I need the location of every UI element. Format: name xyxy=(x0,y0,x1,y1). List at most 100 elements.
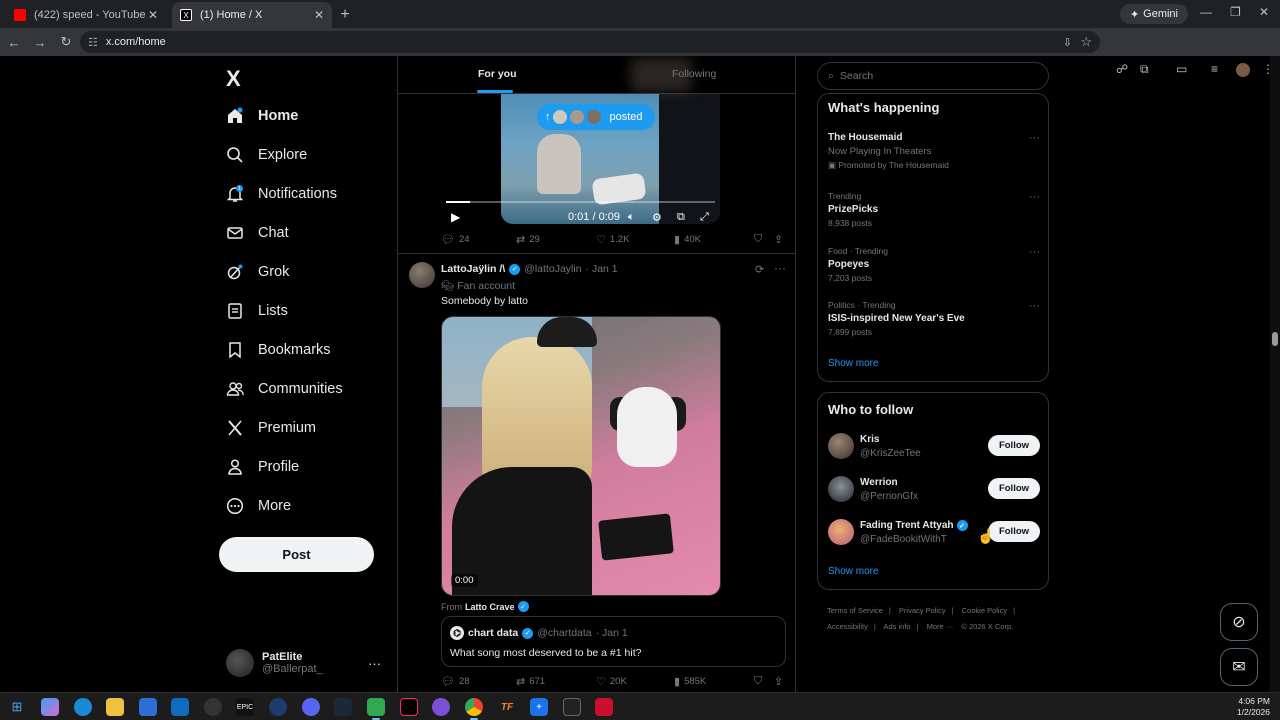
store-icon[interactable] xyxy=(139,698,157,716)
more-dots-icon[interactable]: ··· xyxy=(774,261,786,275)
install-icon[interactable]: ⇩ xyxy=(1063,36,1072,49)
follow-suggestion[interactable]: Fading Trent Attyah ✓ @FadeBookitWithT Fo… xyxy=(828,519,1040,549)
nav-lists[interactable]: Lists xyxy=(226,296,288,326)
share-button[interactable]: ⇪ xyxy=(774,675,783,688)
tab-for-you[interactable]: For you xyxy=(478,68,517,80)
file-explorer-icon[interactable] xyxy=(106,698,124,716)
trend-item[interactable]: Trending PrizePicks 8,938 posts ··· xyxy=(828,191,1040,228)
tab-x-home[interactable]: X (1) Home / X ✕ xyxy=(172,2,332,28)
footer-link-cookies[interactable]: Cookie Policy xyxy=(962,606,1007,615)
discord-icon[interactable] xyxy=(302,698,320,716)
like-button[interactable]: ♡ 20K xyxy=(596,675,627,688)
windows-start-icon[interactable]: ⊞ xyxy=(8,698,26,716)
tweet-author-handle[interactable]: @lattoJaylin xyxy=(524,263,581,275)
epic-games-icon[interactable]: EPIC xyxy=(236,698,254,716)
grok-icon[interactable]: ⟳ xyxy=(755,263,764,276)
show-more-link[interactable]: Show more xyxy=(828,566,879,577)
footer-link-accessibility[interactable]: Accessibility xyxy=(827,622,868,631)
source-account[interactable]: Latto Crave xyxy=(465,602,515,612)
share-button[interactable]: ⇪ xyxy=(774,233,783,246)
tiktok-icon[interactable] xyxy=(400,698,418,716)
pip-icon[interactable]: ⧉ xyxy=(677,211,685,224)
volume-icon[interactable]: 🔈︎ xyxy=(628,211,635,224)
tweet-author-name[interactable]: LattoJaÿlin /\ xyxy=(441,263,505,275)
profile-avatar[interactable] xyxy=(1236,63,1250,77)
tab-following[interactable]: Following xyxy=(672,68,716,80)
more-dots-icon[interactable]: ··· xyxy=(368,656,381,671)
more-dots-icon[interactable]: ··· xyxy=(1029,300,1040,312)
media-icon[interactable]: ≡ xyxy=(1211,62,1218,76)
tweet-date[interactable]: · Jan 1 xyxy=(586,263,618,275)
footer-link-more[interactable]: More ··· xyxy=(927,622,954,631)
nav-premium[interactable]: Premium xyxy=(226,413,316,443)
post-button[interactable]: Post xyxy=(219,537,374,572)
search-input[interactable] xyxy=(839,70,1030,82)
views-button[interactable]: ▮ 40K xyxy=(674,233,701,246)
nav-more[interactable]: More xyxy=(226,491,291,521)
close-tab-icon[interactable]: ✕ xyxy=(314,8,324,22)
maximize-icon[interactable]: ❐ xyxy=(1230,5,1241,19)
trend-item[interactable]: Food · Trending Popeyes 7,203 posts ··· xyxy=(828,246,1040,283)
app-icon[interactable] xyxy=(269,698,287,716)
nav-grok[interactable]: Grok xyxy=(226,257,289,287)
outlook-icon[interactable] xyxy=(171,698,189,716)
copilot-icon[interactable] xyxy=(41,698,59,716)
site-info-icon[interactable]: ☷ xyxy=(88,36,98,49)
grok-fab-button[interactable]: ⊘ xyxy=(1220,603,1258,641)
app-icon[interactable]: TF xyxy=(498,698,516,716)
obs-icon[interactable] xyxy=(204,698,222,716)
page-scrollbar[interactable] xyxy=(1270,56,1280,692)
gemini-button[interactable]: ✦ Gemini xyxy=(1119,4,1188,24)
nav-communities[interactable]: Communities xyxy=(226,374,343,404)
reload-icon[interactable]: ↻ xyxy=(54,34,78,50)
repost-button[interactable]: ⇄ 29 xyxy=(516,233,540,246)
tab-youtube[interactable]: (422) speed - YouTube ✕ xyxy=(6,2,166,28)
android-app-icon[interactable] xyxy=(367,698,385,720)
like-button[interactable]: ♡ 1.2K xyxy=(596,233,629,246)
settings-icon[interactable]: ⚙ xyxy=(652,211,662,224)
show-more-link[interactable]: Show more xyxy=(828,358,879,369)
reply-button[interactable]: 💬︎ 24 xyxy=(441,233,470,246)
capcut-icon[interactable] xyxy=(563,698,581,716)
scrollbar-thumb[interactable] xyxy=(1272,332,1278,346)
follow-button[interactable]: Follow xyxy=(988,435,1040,456)
quoted-tweet[interactable]: ⌬ chart data ✓ @chartdata · Jan 1 What s… xyxy=(441,616,786,667)
back-icon[interactable]: ← xyxy=(2,35,26,50)
x-logo-icon[interactable]: X xyxy=(226,66,241,92)
extension-icon[interactable]: ☍ xyxy=(1116,62,1128,76)
more-dots-icon[interactable]: ··· xyxy=(1029,246,1040,258)
url-field[interactable]: ☷ x.com/home ⇩ ☆ xyxy=(80,31,1100,53)
account-switcher[interactable]: PatElite @Ballerpat_ ··· xyxy=(226,648,386,678)
more-dots-icon[interactable]: ··· xyxy=(1029,132,1040,144)
bookmark-button[interactable]: ⛉ xyxy=(754,233,762,246)
sidepanel-icon[interactable]: ▭ xyxy=(1176,62,1187,76)
mcafee-icon[interactable] xyxy=(595,698,613,716)
play-icon[interactable]: ▶ xyxy=(451,210,460,224)
follow-button[interactable]: Follow xyxy=(988,521,1040,542)
trend-item[interactable]: The Housemaid Now Playing In Theaters ▣ … xyxy=(828,132,1040,171)
nav-profile[interactable]: Profile xyxy=(226,452,299,482)
minimize-icon[interactable]: — xyxy=(1200,5,1212,19)
edge-icon[interactable] xyxy=(74,698,92,716)
nav-notifications[interactable]: 1 Notifications xyxy=(226,179,337,209)
app-icon[interactable] xyxy=(432,698,450,716)
follow-button[interactable]: Follow xyxy=(988,478,1040,499)
nav-chat[interactable]: Chat xyxy=(226,218,289,248)
system-clock[interactable]: 4:06 PM 1/2/2026 xyxy=(1237,696,1270,718)
puzzle-icon[interactable]: ⧉ xyxy=(1140,62,1149,77)
footer-link-privacy[interactable]: Privacy Policy xyxy=(899,606,946,615)
bookmark-star-icon[interactable]: ☆ xyxy=(1080,34,1092,50)
footer-link-terms[interactable]: Terms of Service xyxy=(827,606,883,615)
follow-suggestion[interactable]: Werrion @PerrionGfx Follow xyxy=(828,476,1040,506)
fullscreen-icon[interactable]: ⤢ xyxy=(700,211,709,224)
nav-bookmarks[interactable]: Bookmarks xyxy=(226,335,331,365)
nav-home[interactable]: Home xyxy=(226,101,298,131)
repost-button[interactable]: ⇄ 671 xyxy=(516,675,545,688)
more-dots-icon[interactable]: ··· xyxy=(1029,191,1040,203)
views-button[interactable]: ▮ 585K xyxy=(674,675,706,688)
new-tab-button[interactable]: + xyxy=(332,2,358,28)
add-icon[interactable]: + xyxy=(530,698,548,716)
reply-button[interactable]: 💬︎ 28 xyxy=(441,675,470,688)
new-posts-pill[interactable]: ↑ posted xyxy=(537,104,655,130)
steam-icon[interactable] xyxy=(334,698,352,716)
